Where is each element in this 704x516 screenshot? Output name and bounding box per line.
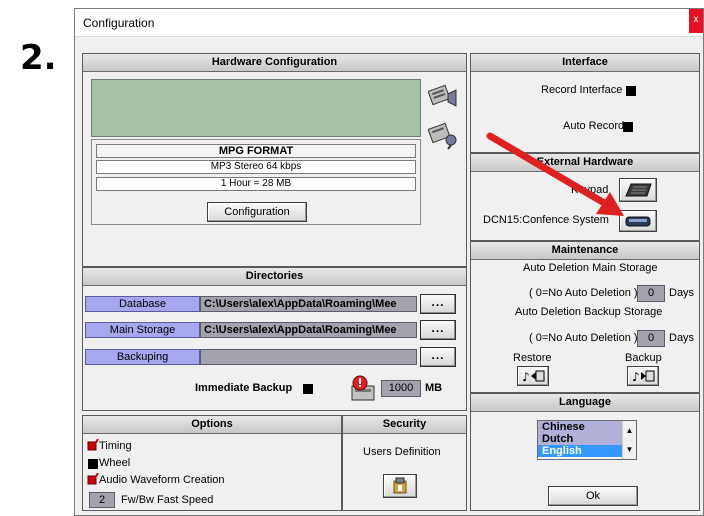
wheel-checkbox[interactable] <box>88 459 98 469</box>
main-storage-label: Main Storage <box>85 322 200 338</box>
microphone-device-icon[interactable] <box>427 120 458 150</box>
users-definition-button[interactable] <box>383 474 417 498</box>
record-interface-checkbox[interactable] <box>626 86 636 96</box>
maintenance-header: Maintenance <box>471 242 699 260</box>
backup-button[interactable]: ♪ <box>627 366 659 386</box>
wheel-label: Wheel <box>99 457 131 469</box>
immediate-backup-checkbox[interactable] <box>303 384 313 394</box>
title-bar: Configuration x <box>75 9 703 37</box>
backup-icon: ♪ <box>632 370 655 384</box>
scroll-down-icon[interactable]: ▼ <box>623 440 636 459</box>
fast-speed-label: Fw/Bw Fast Speed <box>121 494 214 506</box>
language-header: Language <box>471 394 699 412</box>
backup-size-warning-icon <box>349 374 379 404</box>
hardware-header: Hardware Configuration <box>83 54 466 72</box>
audio-device-icon[interactable] <box>427 80 458 110</box>
close-button[interactable]: x <box>689 9 703 33</box>
configuration-button[interactable]: Configuration <box>207 202 307 222</box>
language-scrollbar[interactable]: ▲ ▼ <box>622 421 636 459</box>
step-number: 2. <box>20 38 57 78</box>
timing-check-icon[interactable] <box>87 439 99 451</box>
database-browse-button[interactable]: ... <box>420 294 456 314</box>
language-option-chinese[interactable]: Chinese <box>538 421 624 433</box>
main-storage-browse-button[interactable]: ... <box>420 320 456 340</box>
backup-deletion-hint: ( 0=No Auto Deletion ) <box>529 332 638 344</box>
backuping-path-field[interactable] <box>200 349 417 365</box>
scroll-up-icon[interactable]: ▲ <box>623 421 636 440</box>
window-title: Configuration <box>83 16 155 30</box>
configuration-window: Configuration x Hardware Configuration M… <box>74 8 704 516</box>
backuping-browse-button[interactable]: ... <box>420 347 456 367</box>
main-deletion-unit: Days <box>669 287 695 299</box>
language-option-dutch[interactable]: Dutch <box>538 433 624 445</box>
backup-deletion-title: Auto Deletion Backup Storage <box>515 306 663 318</box>
language-listbox[interactable]: Chinese Dutch English ▲ ▼ <box>537 420 637 460</box>
language-option-english[interactable]: English <box>538 445 624 457</box>
users-icon <box>393 477 407 494</box>
users-definition-label: Users Definition <box>363 446 441 458</box>
format-detail: MP3 Stereo 64 kbps <box>96 160 416 174</box>
directories-header: Directories <box>83 268 466 286</box>
immediate-backup-label: Immediate Backup <box>195 382 293 394</box>
security-panel: Security Users Definition <box>342 415 467 511</box>
main-deletion-title: Auto Deletion Main Storage <box>523 262 658 274</box>
backup-size-field[interactable]: 1000 <box>381 380 421 397</box>
format-title: MPG FORMAT <box>96 144 416 158</box>
svg-text:♪: ♪ <box>632 370 640 383</box>
main-deletion-hint: ( 0=No Auto Deletion ) <box>529 287 638 299</box>
annotation-arrow <box>486 132 624 216</box>
restore-label: Restore <box>513 352 552 364</box>
database-path-field[interactable]: C:\Users\alex\AppData\Roaming\Mee <box>200 296 417 312</box>
security-header: Security <box>343 416 466 434</box>
format-size: 1 Hour = 28 MB <box>96 177 416 191</box>
backup-label: Backup <box>625 352 662 364</box>
main-storage-path-field[interactable]: C:\Users\alex\AppData\Roaming\Mee <box>200 322 417 338</box>
options-header: Options <box>83 416 341 434</box>
restore-button[interactable]: ♪ <box>517 366 549 386</box>
backup-deletion-days-field[interactable]: 0 <box>637 330 665 347</box>
database-label: Database <box>85 296 200 312</box>
interface-header: Interface <box>471 54 699 72</box>
restore-icon: ♪ <box>522 370 545 384</box>
hardware-panel: Hardware Configuration MPG FORMAT MP3 St… <box>82 53 467 267</box>
language-panel: Language Chinese Dutch English ▲ ▼ Ok <box>470 393 700 511</box>
timing-label: Timing <box>99 440 132 452</box>
format-box: MPG FORMAT MP3 Stereo 64 kbps 1 Hour = 2… <box>91 139 421 225</box>
backup-deletion-unit: Days <box>669 332 695 344</box>
display-screen <box>91 79 421 137</box>
arrow-shaft <box>486 132 610 208</box>
backuping-label: Backuping <box>85 349 200 365</box>
record-interface-label: Record Interface <box>541 84 623 96</box>
directories-panel: Directories Database C:\Users\alex\AppDa… <box>82 267 467 411</box>
fast-speed-field[interactable]: 2 <box>89 492 115 508</box>
backup-size-unit: MB <box>425 382 443 394</box>
ok-button[interactable]: Ok <box>548 486 638 506</box>
maintenance-panel: Maintenance Auto Deletion Main Storage (… <box>470 241 700 393</box>
main-deletion-days-field[interactable]: 0 <box>637 285 665 302</box>
options-panel: Options Timing Wheel Audio Waveform Crea… <box>82 415 342 511</box>
svg-text:♪: ♪ <box>522 370 530 383</box>
waveform-check-icon[interactable] <box>87 473 99 485</box>
waveform-label: Audio Waveform Creation <box>99 474 225 486</box>
